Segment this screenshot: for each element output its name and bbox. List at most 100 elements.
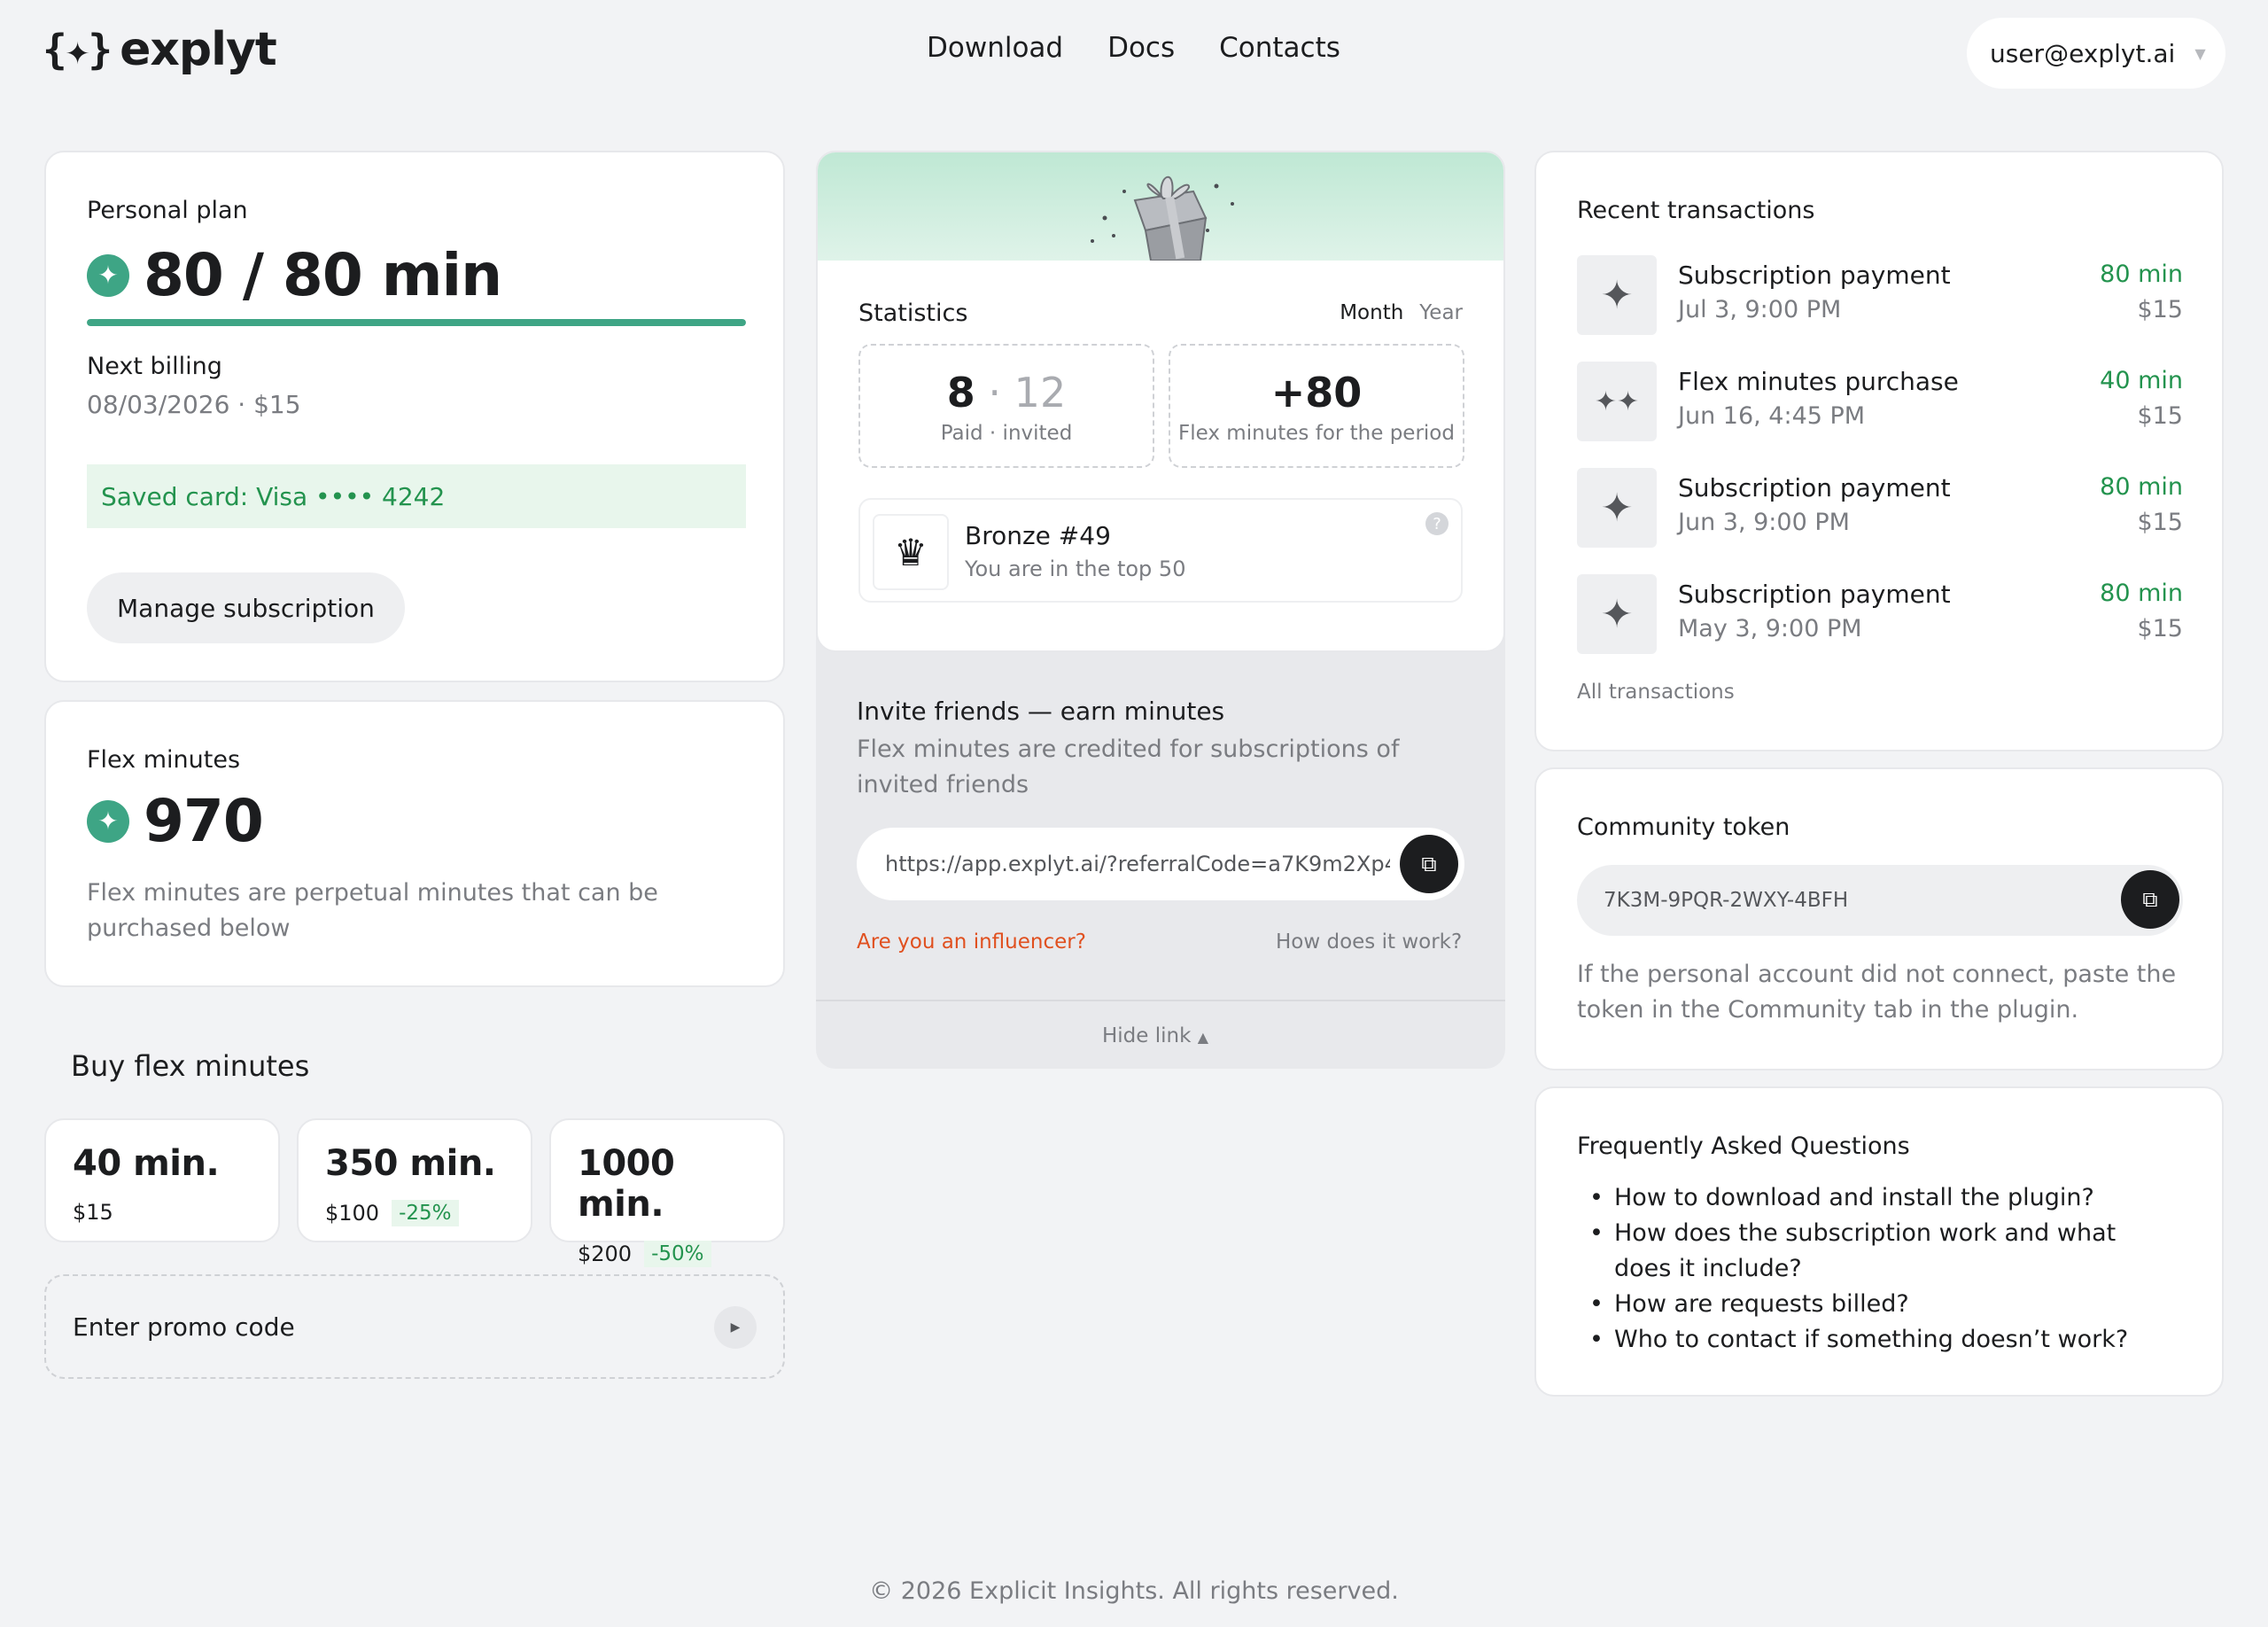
transaction-name: Subscription payment — [1678, 580, 1951, 609]
next-billing-label: Next billing — [87, 353, 222, 380]
package-price-row: $15 — [73, 1200, 252, 1225]
faq-card: Frequently Asked Questions How to downlo… — [1534, 1086, 2224, 1397]
flex-balance-row: ✦ 970 — [87, 787, 264, 855]
transaction-date: Jun 16, 4:45 PM — [1678, 402, 1866, 430]
personal-plan-card: Personal plan ✦ 80 / 80 min Next billing… — [44, 151, 785, 682]
transaction-row[interactable]: ✦ Subscription payment May 3, 9:00 PM 80… — [1577, 574, 2183, 654]
paid-count: 8 — [946, 369, 975, 416]
package-amount: 350 min. — [325, 1143, 496, 1184]
package-price-row: $200 -50% — [578, 1241, 757, 1267]
package-amount: 40 min. — [73, 1143, 220, 1184]
sparkle-icon: ✦ — [1577, 255, 1657, 335]
package-price: $15 — [73, 1200, 113, 1225]
header: {✦} explyt Download Docs Contacts user@e… — [0, 0, 2268, 106]
faq-item[interactable]: How to download and install the plugin? — [1589, 1180, 2174, 1216]
invited-count: 12 — [1014, 369, 1067, 416]
play-icon[interactable]: ▶ — [714, 1306, 757, 1349]
referrals-value: 8 · 12 — [946, 369, 1067, 416]
transaction-amount: $15 — [2137, 509, 2183, 536]
manage-subscription-button[interactable]: Manage subscription — [87, 572, 405, 643]
transaction-amount: $15 — [2137, 296, 2183, 323]
period-toggle: Month Year — [1340, 301, 1463, 324]
gift-box-icon — [1091, 175, 1234, 261]
rank-subtitle: You are in the top 50 — [965, 557, 1186, 581]
promo-code-field[interactable]: Enter promo code ▶ — [44, 1274, 785, 1379]
faq-item[interactable]: How are requests billed? — [1589, 1287, 2174, 1322]
user-menu-button[interactable]: user@explyt.ai ▼ — [1967, 18, 2225, 89]
logo-text: explyt — [120, 23, 277, 76]
promo-placeholder: Enter promo code — [73, 1312, 295, 1342]
transaction-date: Jul 3, 9:00 PM — [1678, 296, 1842, 323]
community-token-card: Community token 7K3M-9PQR-2WXY-4BFH ⧉ If… — [1534, 767, 2224, 1070]
package-price: $200 — [578, 1242, 633, 1266]
referral-link: https://app.explyt.ai/?referralCode=a7K9… — [885, 852, 1390, 876]
transactions-title: Recent transactions — [1577, 197, 1815, 224]
influencer-link[interactable]: Are you an influencer? — [857, 930, 1086, 954]
transaction-name: Subscription payment — [1678, 261, 1951, 290]
transaction-date: May 3, 9:00 PM — [1678, 615, 1862, 642]
logo[interactable]: {✦} explyt — [43, 23, 277, 76]
chevron-up-icon: ▲ — [1197, 1029, 1209, 1046]
transaction-name: Flex minutes purchase — [1678, 367, 1959, 396]
token-title: Community token — [1577, 814, 1790, 841]
faq-list: How to download and install the plugin? … — [1589, 1180, 2174, 1358]
discount-badge: -25% — [392, 1200, 459, 1226]
transaction-row[interactable]: ✦✦ Flex minutes purchase Jun 16, 4:45 PM… — [1577, 362, 2183, 441]
transaction-name: Subscription payment — [1678, 473, 1951, 502]
transaction-minutes: 40 min — [2100, 367, 2183, 394]
saved-card-banner: Saved card: Visa •••• 4242 — [87, 464, 746, 528]
faq-item[interactable]: How does the subscription work and what … — [1589, 1216, 2174, 1287]
token-field[interactable]: 7K3M-9PQR-2WXY-4BFH — [1577, 865, 2183, 936]
package-price-row: $100 -25% — [325, 1200, 504, 1226]
discount-badge: -50% — [644, 1241, 711, 1267]
statistics-title: Statistics — [858, 300, 968, 327]
rank-title: Bronze #49 — [965, 521, 1111, 550]
all-transactions-link[interactable]: All transactions — [1577, 681, 1735, 704]
nav-docs[interactable]: Docs — [1107, 32, 1175, 64]
package-1000[interactable]: 1000 min. $200 -50% — [549, 1118, 785, 1267]
buy-flex-title: Buy flex minutes — [71, 1049, 310, 1083]
token-description: If the personal account did not connect,… — [1577, 961, 2177, 1024]
plan-title: Personal plan — [87, 197, 248, 224]
transaction-row[interactable]: ✦ Subscription payment Jun 3, 9:00 PM 80… — [1577, 468, 2183, 548]
sparkles-icon: ✦✦ — [1577, 362, 1657, 441]
how-it-works-link[interactable]: How does it work? — [1276, 930, 1462, 954]
help-icon[interactable]: ? — [1425, 512, 1449, 535]
plan-minutes: 80 / 80 min — [144, 241, 502, 309]
logo-mark: {✦} — [43, 26, 113, 74]
transaction-minutes: 80 min — [2100, 261, 2183, 288]
package-amount: 1000 min. — [578, 1143, 675, 1225]
hide-link-button[interactable]: Hide link ▲ — [1102, 1024, 1208, 1047]
transaction-amount: $15 — [2137, 402, 2183, 430]
referral-link-field[interactable]: https://app.explyt.ai/?referralCode=a7K9… — [857, 828, 1464, 900]
copy-icon[interactable]: ⧉ — [1400, 835, 1458, 893]
flex-title: Flex minutes — [87, 746, 241, 774]
copy-icon[interactable]: ⧉ — [2121, 870, 2179, 929]
faq-item[interactable]: Who to contact if something doesn’t work… — [1589, 1322, 2174, 1358]
flex-description: Flex minutes are perpetual minutes that … — [87, 879, 658, 942]
package-40[interactable]: 40 min. $15 — [44, 1118, 280, 1242]
transaction-minutes: 80 min — [2100, 580, 2183, 607]
invite-description: Flex minutes are credited for subscripti… — [857, 736, 1400, 798]
crown-icon: ♛ — [873, 514, 949, 590]
nav-contacts[interactable]: Contacts — [1219, 32, 1340, 64]
statistics-card: Statistics Month Year 8 · 12 Paid · invi… — [816, 151, 1505, 652]
plan-progress-fill — [87, 319, 746, 326]
period-month[interactable]: Month — [1340, 301, 1403, 324]
package-price: $100 — [325, 1201, 380, 1226]
sparkle-icon: ✦ — [87, 253, 129, 297]
flex-period-label: Flex minutes for the period — [1178, 422, 1455, 445]
nav-download[interactable]: Download — [927, 32, 1063, 64]
chevron-down-icon: ▼ — [2194, 44, 2206, 62]
main-nav: Download Docs Contacts — [927, 32, 1340, 64]
plan-progress-bar — [87, 319, 746, 326]
package-350[interactable]: 350 min. $100 -25% — [297, 1118, 532, 1242]
period-year[interactable]: Year — [1419, 301, 1463, 324]
transaction-minutes: 80 min — [2100, 473, 2183, 501]
sparkle-icon: ✦ — [1577, 468, 1657, 548]
footer-copyright: © 2026 Explicit Insights. All rights res… — [869, 1577, 1399, 1605]
plan-minutes-row: ✦ 80 / 80 min — [87, 241, 502, 309]
invite-title: Invite friends — earn minutes — [857, 697, 1225, 726]
transaction-row[interactable]: ✦ Subscription payment Jul 3, 9:00 PM 80… — [1577, 255, 2183, 335]
sparkle-icon: ✦ — [1577, 574, 1657, 654]
